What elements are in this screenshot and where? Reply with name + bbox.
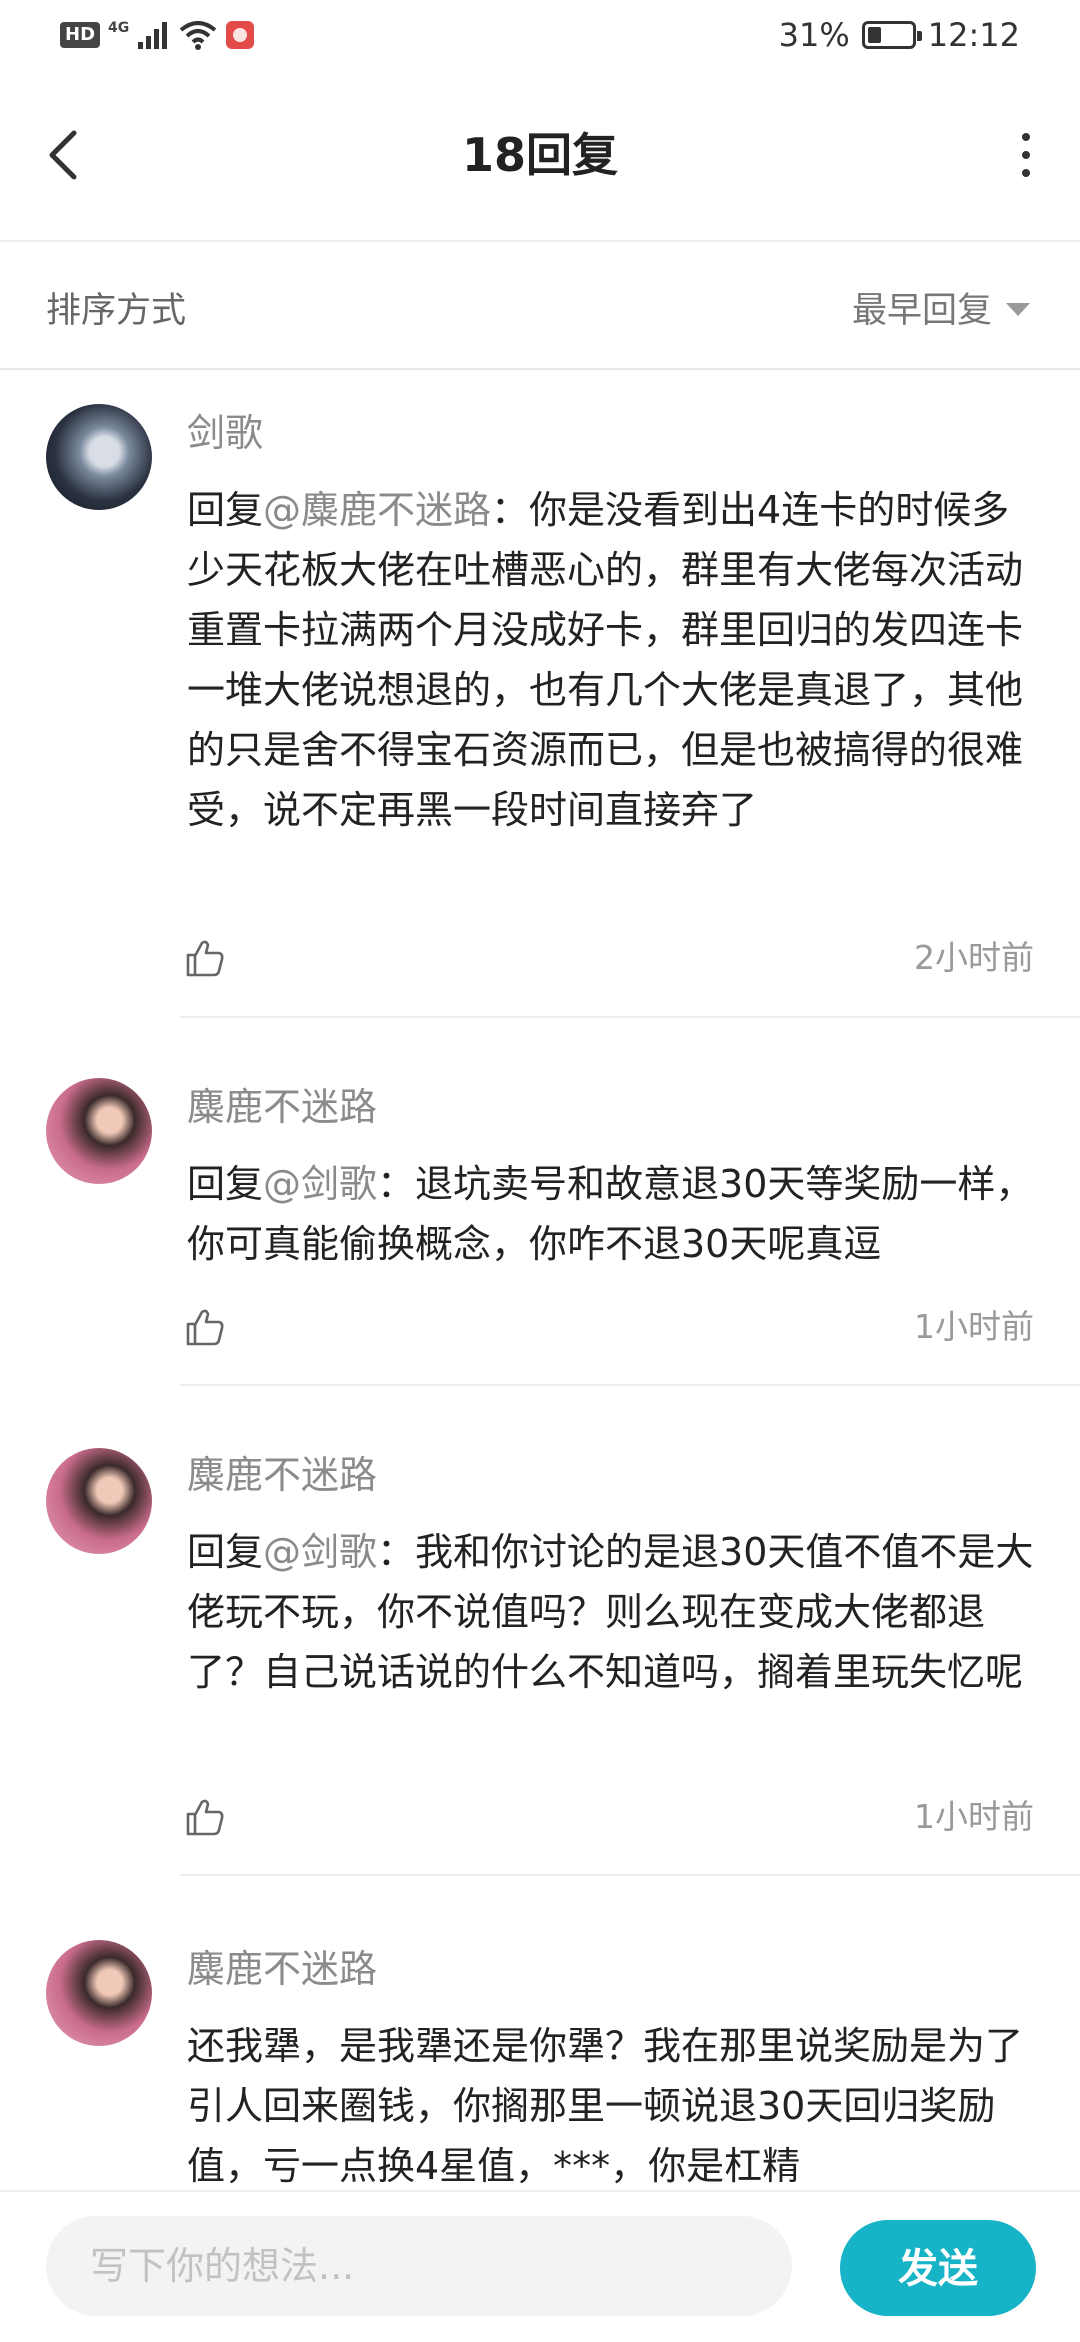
mention-link[interactable]: @剑歌 <box>263 1162 377 1206</box>
reply-author[interactable]: 麋鹿不迷路 <box>187 1944 377 1994</box>
status-bar: HD 4G 31% 12:12 <box>0 0 1080 75</box>
divider <box>180 1016 1080 1018</box>
sort-label: 排序方式 <box>46 291 187 331</box>
reply-content: 回复@剑歌：退坑卖号和故意退30天等奖励一样，你可真能偷换概念，你咋不退30天呢… <box>187 1154 1047 1274</box>
reply-content: 还我犟，是我犟还是你犟？我在那里说奖励是为了引人回来圈钱，你搁那里一顿说退30天… <box>187 2016 1047 2196</box>
wifi-icon <box>179 21 217 50</box>
divider <box>180 1384 1080 1386</box>
reply-time: 1小时前 <box>914 1797 1034 1836</box>
sort-bar: 排序方式 最早回复 <box>0 242 1080 370</box>
reply-text: ：你是没看到出4连卡的时候多少天花板大佬在吐槽恶心的，群里有大佬每次活动重置卡拉… <box>187 488 1024 832</box>
more-dot-icon <box>1022 169 1030 177</box>
clock: 12:12 <box>927 16 1020 54</box>
status-right: 31% 12:12 <box>779 16 1020 54</box>
thumbs-up-icon[interactable] <box>184 937 226 979</box>
hd-indicator: HD <box>60 22 101 48</box>
more-dot-icon <box>1022 133 1030 141</box>
title-bar: 18回复 <box>0 75 1080 242</box>
comment-composer: 发送 <box>0 2190 1080 2342</box>
reply-prefix: 回复 <box>187 1530 264 1574</box>
battery-level <box>867 27 881 43</box>
more-options-button[interactable] <box>1006 125 1046 185</box>
reply-time: 2小时前 <box>914 938 1034 977</box>
reply-time: 1小时前 <box>914 1307 1034 1346</box>
sort-order-dropdown[interactable]: 最早回复 <box>852 282 1030 333</box>
avatar[interactable] <box>46 1448 152 1554</box>
dropdown-arrow-icon <box>1006 303 1030 316</box>
reply-author[interactable]: 麋鹿不迷路 <box>187 1450 377 1500</box>
more-dot-icon <box>1022 151 1030 159</box>
network-type: 4G <box>108 20 130 36</box>
reply-author[interactable]: 剑歌 <box>187 408 263 458</box>
status-left: HD 4G <box>60 20 255 50</box>
comment-input[interactable] <box>46 2216 792 2316</box>
page-title: 18回复 <box>461 128 618 182</box>
sort-selected-value: 最早回复 <box>851 291 992 331</box>
app-notification-icon <box>226 21 255 49</box>
divider <box>180 1874 1080 1876</box>
battery-percent: 31% <box>778 16 850 54</box>
reply-content: 回复@麋鹿不迷路：你是没看到出4连卡的时候多少天花板大佬在吐槽恶心的，群里有大佬… <box>187 480 1047 840</box>
reply-content: 回复@剑歌：我和你讨论的是退30天值不值不是大佬玩不玩，你不说值吗？则么现在变成… <box>187 1522 1047 1702</box>
reply-text: 还我犟，是我犟还是你犟？我在那里说奖励是为了引人回来圈钱，你搁那里一顿说退30天… <box>187 2024 1024 2188</box>
avatar[interactable] <box>46 1940 152 2046</box>
mention-link[interactable]: @剑歌 <box>263 1530 377 1574</box>
reply-prefix: 回复 <box>187 488 264 532</box>
reply-author[interactable]: 麋鹿不迷路 <box>187 1082 377 1132</box>
send-button[interactable]: 发送 <box>840 2220 1036 2316</box>
avatar[interactable] <box>46 1078 152 1184</box>
avatar[interactable] <box>46 404 152 510</box>
reply-prefix: 回复 <box>187 1162 264 1206</box>
battery-icon <box>861 21 922 49</box>
thumbs-up-icon[interactable] <box>184 1796 226 1838</box>
mention-link[interactable]: @麋鹿不迷路 <box>263 488 491 532</box>
cellular-signal-icon <box>138 22 168 49</box>
thumbs-up-icon[interactable] <box>184 1306 226 1348</box>
